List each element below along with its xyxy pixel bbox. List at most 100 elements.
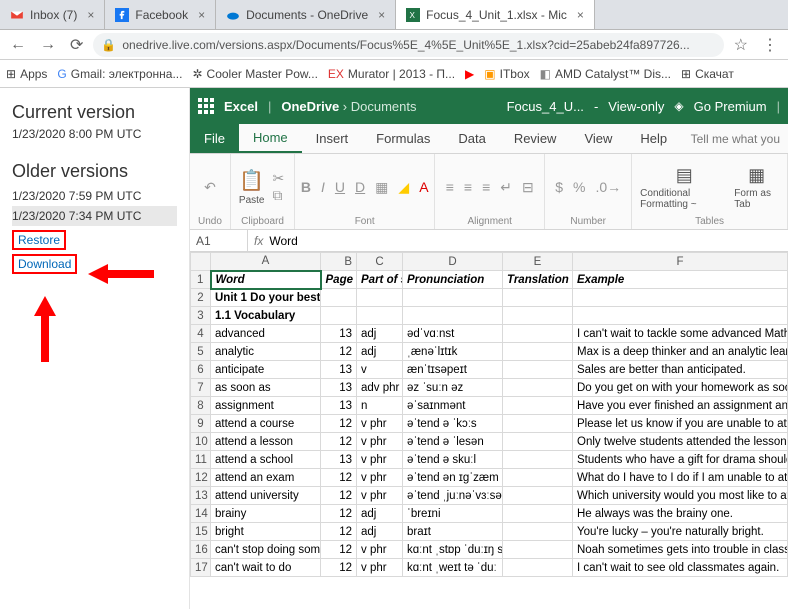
column-header[interactable]: B <box>321 253 357 271</box>
tab-insert[interactable]: Insert <box>302 124 363 153</box>
conditional-formatting-button[interactable]: ▤Conditional Formatting ~ <box>640 165 728 210</box>
tab-data[interactable]: Data <box>444 124 499 153</box>
cell[interactable] <box>573 289 788 307</box>
cell[interactable]: kɑːnt ˌweɪt tə ˈduː <box>403 559 503 577</box>
row-header[interactable]: 14 <box>191 505 211 523</box>
cell[interactable]: v phr <box>357 469 403 487</box>
cell[interactable]: advanced <box>211 325 321 343</box>
align-bot-icon[interactable]: ≡ <box>480 179 492 195</box>
cell[interactable]: adj <box>357 523 403 541</box>
cell[interactable]: You're lucky – you're naturally bright. <box>573 523 788 541</box>
version-item[interactable]: 1/23/2020 7:59 PM UTC <box>12 186 177 206</box>
cell[interactable] <box>503 469 573 487</box>
cell[interactable] <box>503 289 573 307</box>
column-header[interactable] <box>191 253 211 271</box>
align-mid-icon[interactable]: ≡ <box>462 179 474 195</box>
cell[interactable]: attend a lesson <box>211 433 321 451</box>
cell[interactable]: Noah sometimes gets into trouble in clas… <box>573 541 788 559</box>
cell[interactable]: adv phr <box>357 379 403 397</box>
star-icon[interactable]: ☆ <box>730 35 752 55</box>
bookmark-amd[interactable]: ◧AMD Catalyst™ Dis... <box>540 67 671 81</box>
tab-facebook[interactable]: Facebook × <box>105 0 216 29</box>
row-header[interactable]: 11 <box>191 451 211 469</box>
copy-icon[interactable]: ⧉ <box>270 187 284 203</box>
cell[interactable]: adj <box>357 505 403 523</box>
cell[interactable]: v phr <box>357 415 403 433</box>
cell[interactable]: v phr <box>357 433 403 451</box>
cell[interactable]: attend a school <box>211 451 321 469</box>
tab-onedrive[interactable]: Documents - OneDrive × <box>216 0 396 29</box>
cell[interactable]: Have you ever finished an assignment and… <box>573 397 788 415</box>
cell[interactable]: braɪt <box>403 523 503 541</box>
cell[interactable]: əz ˈsuːn əz <box>403 379 503 397</box>
download-link[interactable]: Download <box>12 254 77 274</box>
row-header[interactable]: 9 <box>191 415 211 433</box>
row-header[interactable]: 4 <box>191 325 211 343</box>
cell[interactable] <box>573 307 788 325</box>
cell[interactable] <box>403 307 503 325</box>
go-premium-link[interactable]: Go Premium <box>694 99 767 114</box>
cell[interactable] <box>403 289 503 307</box>
cell[interactable]: 12 <box>321 469 357 487</box>
cell[interactable]: v phr <box>357 487 403 505</box>
align-top-icon[interactable]: ≡ <box>444 179 456 195</box>
cell[interactable]: v phr <box>357 559 403 577</box>
url-input[interactable]: 🔒 onedrive.live.com/versions.aspx/Docume… <box>93 33 723 57</box>
bookmark-murator[interactable]: EXMurator | 2013 - П... <box>328 67 455 81</box>
undo-icon[interactable]: ↶ <box>202 179 218 196</box>
cell[interactable]: 12 <box>321 433 357 451</box>
spreadsheet-grid[interactable]: ABCDEF 1 Word Page Part of speech Pronun… <box>190 252 788 609</box>
cell[interactable]: əˈtend ə skuːl <box>403 451 503 469</box>
currency-icon[interactable]: $ <box>553 179 565 195</box>
column-header[interactable]: F <box>573 253 788 271</box>
cell[interactable] <box>503 325 573 343</box>
bold-button[interactable]: B <box>299 179 313 195</box>
bookmark-cooler[interactable]: ✲Cooler Master Pow... <box>192 67 317 81</box>
tab-formulas[interactable]: Formulas <box>362 124 444 153</box>
cell[interactable] <box>503 451 573 469</box>
back-icon[interactable]: ← <box>6 36 30 54</box>
row-header[interactable]: 6 <box>191 361 211 379</box>
cell[interactable]: 12 <box>321 487 357 505</box>
row-header[interactable]: 16 <box>191 541 211 559</box>
cell[interactable]: Please let us know if you are unable to … <box>573 415 788 433</box>
cell[interactable]: Pronunciation <box>403 271 503 289</box>
cell[interactable]: 12 <box>321 343 357 361</box>
forward-icon[interactable]: → <box>36 36 60 54</box>
cell[interactable]: attend an exam <box>211 469 321 487</box>
wrap-icon[interactable]: ↵ <box>498 179 514 196</box>
cell[interactable]: əˈtend ˌjuːnəˈvɜːsəti <box>403 487 503 505</box>
cell[interactable]: attend university <box>211 487 321 505</box>
cut-icon[interactable]: ✂ <box>270 170 286 186</box>
cell[interactable]: Sales are better than anticipated. <box>573 361 788 379</box>
decimal-inc-icon[interactable]: .0→ <box>593 179 623 195</box>
row-header[interactable]: 7 <box>191 379 211 397</box>
tell-me-input[interactable]: Tell me what you <box>683 124 788 153</box>
row-header[interactable]: 8 <box>191 397 211 415</box>
cell[interactable]: He always was the brainy one. <box>573 505 788 523</box>
paste-button[interactable]: 📋Paste <box>239 168 265 206</box>
cell[interactable]: əˈsaɪnmənt <box>403 397 503 415</box>
cell[interactable] <box>503 541 573 559</box>
version-item[interactable]: 1/23/2020 7:34 PM UTC <box>12 206 177 226</box>
cell[interactable]: Only twelve students attended the lesson… <box>573 433 788 451</box>
cell[interactable]: Unit 1 Do your best <box>211 289 321 307</box>
bookmark-itbox[interactable]: ▣ITbox <box>484 67 529 81</box>
cell[interactable] <box>321 307 357 325</box>
cell[interactable] <box>321 289 357 307</box>
row-header[interactable]: 5 <box>191 343 211 361</box>
cell[interactable]: 12 <box>321 505 357 523</box>
row-header[interactable]: 13 <box>191 487 211 505</box>
cell[interactable]: Word <box>211 271 321 289</box>
cell[interactable]: 1.1 Vocabulary <box>211 307 321 325</box>
cell[interactable]: Page <box>321 271 357 289</box>
tab-excel[interactable]: X Focus_4_Unit_1.xlsx - Mic × <box>396 0 595 29</box>
cell[interactable]: ænˈtɪsəpeɪt <box>403 361 503 379</box>
percent-icon[interactable]: % <box>571 179 587 195</box>
menu-icon[interactable]: ⋮ <box>758 35 782 55</box>
cell-reference[interactable]: A1 <box>190 230 248 251</box>
cell[interactable] <box>503 487 573 505</box>
breadcrumb[interactable]: OneDrive › Documents <box>281 99 416 114</box>
cell[interactable]: What do I have to I do if I am unable to… <box>573 469 788 487</box>
cell[interactable] <box>503 307 573 325</box>
